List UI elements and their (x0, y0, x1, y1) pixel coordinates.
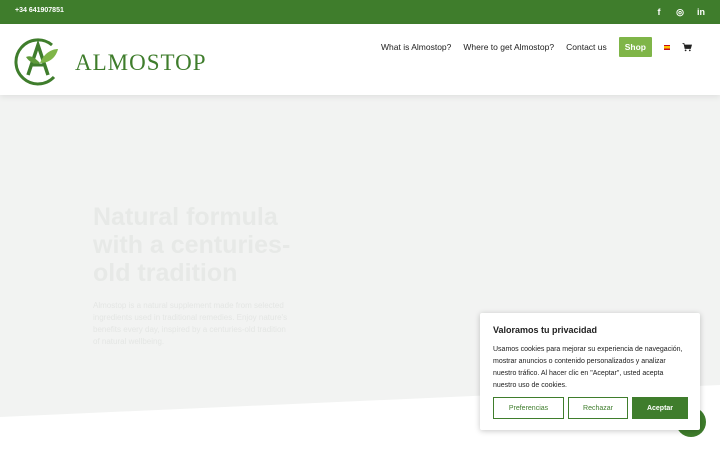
main-nav: What is Almostop? Where to get Almostop?… (381, 37, 692, 57)
hero-title: Natural formula with a centuries-old tra… (93, 203, 291, 287)
cookie-body: Usamos cookies para mejorar su experienc… (493, 346, 683, 389)
phone-number[interactable]: +34 641907851 (15, 7, 64, 14)
facebook-icon[interactable]: f (654, 5, 664, 19)
logo-text: ALMOSTOP (75, 50, 207, 75)
spain-flag-icon[interactable] (664, 44, 670, 50)
nav-item-contact[interactable]: Contact us (566, 42, 607, 52)
reject-button[interactable]: Rechazar (568, 397, 628, 419)
cookie-buttons: Preferencias Rechazar Aceptar (493, 397, 688, 419)
top-bar: +34 641907851 f ◎ in (0, 0, 720, 24)
accept-button[interactable]: Aceptar (632, 397, 688, 419)
nav-item-what-is[interactable]: What is Almostop? (381, 42, 451, 52)
cart-icon[interactable] (682, 42, 692, 52)
linkedin-icon[interactable]: in (696, 5, 706, 19)
nav-item-where-to-get[interactable]: Where to get Almostop? (463, 42, 554, 52)
cookie-title: Valoramos tu privacidad (493, 325, 598, 335)
cookie-consent-modal: Valoramos tu privacidad Usamos cookies p… (480, 313, 700, 430)
shop-button[interactable]: Shop (618, 37, 652, 57)
instagram-icon[interactable]: ◎ (675, 5, 685, 19)
social-links: f ◎ in (654, 5, 706, 19)
site-header: ALMOSTOP What is Almostop? Where to get … (0, 24, 720, 95)
hero-text: Almostop is a natural supplement made fr… (93, 301, 288, 346)
preferences-button[interactable]: Preferencias (493, 397, 564, 419)
logo-leaf-icon (14, 38, 58, 86)
site-logo[interactable]: ALMOSTOP (14, 35, 207, 87)
